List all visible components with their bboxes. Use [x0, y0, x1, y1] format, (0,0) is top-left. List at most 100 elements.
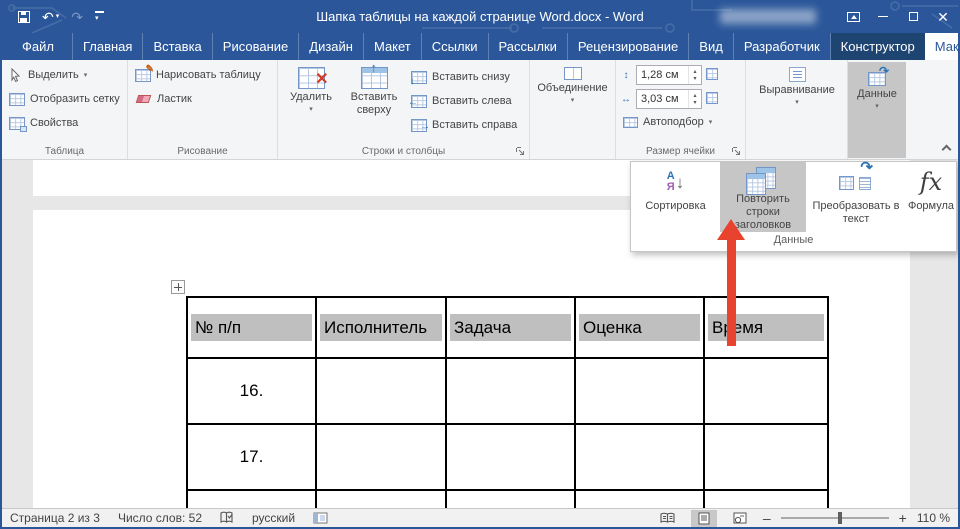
select-button[interactable]: Выделить ▾ — [5, 63, 124, 87]
save-icon — [18, 11, 30, 23]
empty-cell[interactable] — [446, 490, 575, 508]
autofit-caret-icon: ▾ — [709, 119, 713, 126]
print-layout-button[interactable] — [691, 510, 717, 527]
delete-button[interactable]: ✕ Удалить ▾ — [281, 63, 341, 117]
tab-review[interactable]: Рецензирование — [568, 33, 689, 60]
collapse-ribbon-icon[interactable] — [942, 145, 952, 155]
document-area: № п/п Исполнитель Задача Оценка Время 16… — [2, 160, 958, 508]
tab-references[interactable]: Ссылки — [422, 33, 489, 60]
view-gridlines-button[interactable]: Отобразить сетку — [5, 87, 124, 111]
merge-caret-icon: ▾ — [571, 97, 575, 104]
insert-left-button[interactable]: ← Вставить слева — [407, 89, 521, 113]
convert-to-text-menu-item[interactable]: ↷ Преобразовать в текст — [806, 162, 906, 232]
formula-menu-item[interactable]: fx Формула — [906, 162, 956, 232]
customize-qat-button[interactable]: ▾ — [95, 11, 104, 22]
empty-cell[interactable] — [446, 424, 575, 490]
header-cell[interactable]: Задача — [446, 297, 575, 358]
alignment-button[interactable]: Выравнивание ▾ — [749, 63, 845, 110]
insert-below-button[interactable]: ↓ Вставить снизу — [407, 65, 521, 89]
distribute-columns-icon[interactable] — [705, 92, 719, 107]
autofit-button[interactable]: Автоподбор ▾ — [619, 111, 742, 133]
empty-cell[interactable] — [316, 490, 446, 508]
empty-cell[interactable] — [704, 358, 828, 424]
zoom-slider-thumb[interactable] — [838, 512, 842, 524]
header-cell[interactable]: Оценка — [575, 297, 704, 358]
row-height-spinner[interactable]: 1,28 см ▴▾ — [636, 65, 702, 85]
tab-draw[interactable]: Рисование — [213, 33, 299, 60]
redo-button[interactable]: ↷ — [71, 10, 83, 24]
tab-insert[interactable]: Вставка — [143, 33, 212, 60]
proofing-check-icon[interactable] — [220, 511, 234, 525]
row-number-cell[interactable]: 16. — [187, 358, 316, 424]
header-cell[interactable]: Исполнитель — [316, 297, 446, 358]
distribute-rows-icon[interactable] — [705, 68, 719, 83]
tab-table-design[interactable]: Конструктор — [831, 33, 925, 60]
tab-table-layout-active[interactable]: Макет — [925, 33, 960, 60]
tab-design[interactable]: Дизайн — [299, 33, 364, 60]
rows-columns-dialog-launcher-icon[interactable] — [516, 147, 525, 156]
language-indicator[interactable]: русский — [252, 511, 295, 525]
insert-below-icon: ↓ — [411, 71, 427, 84]
ribbon-display-options-button[interactable] — [838, 0, 868, 33]
draw-table-button[interactable]: ✎ Нарисовать таблицу — [131, 63, 274, 87]
zoom-slider[interactable] — [781, 517, 889, 519]
sort-menu-item[interactable]: АЯ ↓ Сортировка — [631, 162, 720, 232]
empty-cell[interactable] — [316, 358, 446, 424]
word-count[interactable]: Число слов: 52 — [118, 511, 202, 525]
table-row: 18. — [187, 490, 828, 508]
save-button[interactable] — [18, 11, 30, 23]
customize-qat-icon: ▾ — [95, 11, 104, 22]
annotation-arrow-head — [717, 219, 745, 240]
account-name-blurred[interactable] — [720, 9, 816, 24]
group-drawing: ✎ Нарисовать таблицу Ластик Рисование — [128, 60, 278, 159]
empty-cell[interactable] — [704, 490, 828, 508]
convert-to-text-label: Преобразовать в текст — [806, 200, 906, 226]
zoom-in-button[interactable]: + — [899, 510, 907, 526]
print-layout-icon — [698, 512, 710, 525]
zoom-out-button[interactable]: – — [763, 510, 771, 526]
web-layout-button[interactable] — [727, 510, 753, 527]
tab-layout[interactable]: Макет — [364, 33, 422, 60]
table-move-handle-icon[interactable] — [171, 280, 185, 294]
tab-developer[interactable]: Разработчик — [734, 33, 831, 60]
close-icon: ✕ — [937, 10, 949, 24]
minimize-icon — [878, 16, 888, 17]
data-dropdown-panel: АЯ ↓ Сортировка Повторить строки заголов… — [630, 161, 957, 252]
merge-button[interactable]: Объединение ▾ — [534, 63, 612, 108]
macro-record-icon[interactable] — [313, 512, 328, 524]
tab-view[interactable]: Вид — [689, 33, 734, 60]
column-width-spin-icons[interactable]: ▴▾ — [688, 90, 701, 108]
properties-button[interactable]: Свойства — [5, 111, 124, 135]
insert-above-button[interactable]: ↑ Вставить сверху — [341, 63, 407, 121]
cell-size-dialog-launcher-icon[interactable] — [732, 147, 741, 156]
tab-home[interactable]: Главная — [72, 33, 143, 60]
insert-right-button[interactable]: → Вставить справа — [407, 113, 521, 137]
row-height-spin-icons[interactable]: ▴▾ — [688, 66, 701, 84]
empty-cell[interactable] — [446, 358, 575, 424]
column-width-spinner[interactable]: 3,03 см ▴▾ — [636, 89, 702, 109]
minimize-button[interactable] — [868, 0, 898, 33]
eraser-button[interactable]: Ластик — [131, 87, 274, 111]
group-merge: Объединение ▾ — [530, 60, 616, 159]
data-button-pressed[interactable]: ↷ Данные ▾ — [848, 62, 906, 158]
page-indicator[interactable]: Страница 2 из 3 — [10, 511, 100, 525]
header-cell[interactable]: № п/п — [187, 297, 316, 358]
row-height-icon: ↕ — [619, 70, 633, 81]
data-label: Данные — [857, 88, 897, 101]
row-number-cell[interactable]: 17. — [187, 424, 316, 490]
repeat-header-rows-icon — [746, 167, 780, 190]
read-mode-button[interactable] — [655, 510, 681, 527]
table-row: 17. — [187, 424, 828, 490]
row-number-cell[interactable]: 18. — [187, 490, 316, 508]
empty-cell[interactable] — [575, 358, 704, 424]
tab-file[interactable]: Файл — [12, 33, 64, 60]
zoom-level[interactable]: 110 % — [917, 511, 950, 525]
tab-mailings[interactable]: Рассылки — [489, 33, 568, 60]
undo-button[interactable]: ↶ ▾ — [42, 10, 59, 24]
empty-cell[interactable] — [575, 490, 704, 508]
empty-cell[interactable] — [704, 424, 828, 490]
empty-cell[interactable] — [575, 424, 704, 490]
empty-cell[interactable] — [316, 424, 446, 490]
close-button[interactable]: ✕ — [928, 0, 958, 33]
maximize-button[interactable] — [898, 0, 928, 33]
